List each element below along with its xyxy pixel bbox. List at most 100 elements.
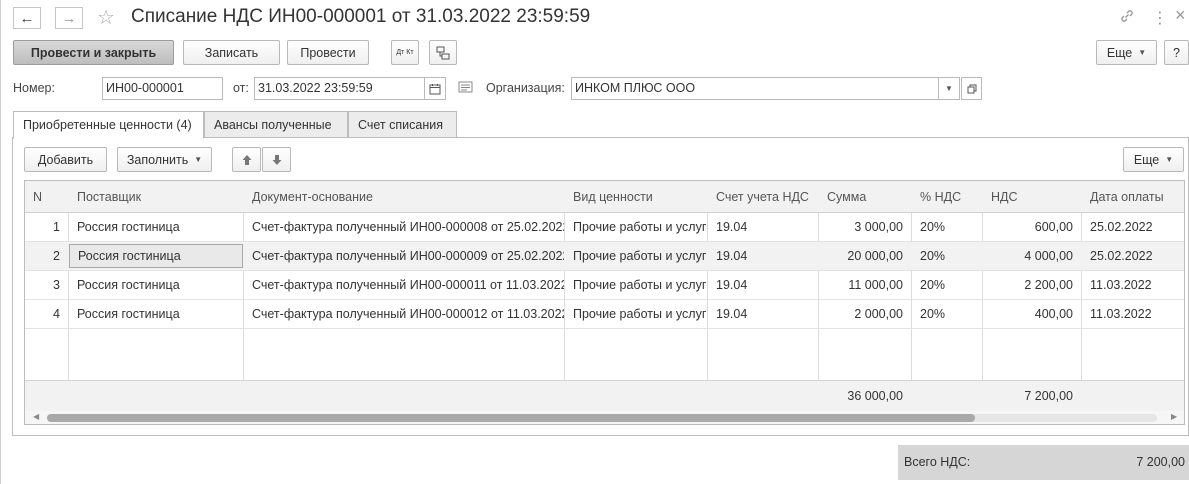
scroll-thumb[interactable]	[47, 414, 975, 422]
scroll-left-icon[interactable]: ◀	[33, 412, 39, 421]
favorite-star-icon[interactable]: ☆	[97, 5, 115, 30]
cell-vat[interactable]: 400,00	[983, 300, 1081, 328]
col-header-n[interactable]: N	[25, 181, 68, 212]
move-up-button[interactable]	[232, 147, 261, 172]
cell-payment-date[interactable]: 11.03.2022	[1082, 300, 1184, 328]
comment-icon[interactable]	[458, 80, 476, 99]
arrow-up-icon	[242, 154, 251, 165]
cell-sum[interactable]: 11 000,00	[819, 271, 911, 299]
col-header-vat[interactable]: НДС	[983, 181, 1081, 212]
table-row[interactable]: 2 Россия гостиница Счет-фактура полученн…	[25, 242, 1184, 271]
cell-sum[interactable]: 3 000,00	[819, 213, 911, 241]
cell-supplier[interactable]: Россия гостиница	[69, 213, 243, 241]
cell-supplier[interactable]: Россия гостиница	[69, 271, 243, 299]
org-dropdown-button[interactable]: ▼	[938, 77, 960, 100]
cell-document[interactable]: Счет-фактура полученный ИН00-000008 от 2…	[244, 213, 564, 241]
cell-sum[interactable]: 20 000,00	[819, 242, 911, 270]
post-button[interactable]: Провести	[287, 40, 369, 65]
calendar-icon	[429, 83, 441, 94]
col-header-payment-date[interactable]: Дата оплаты	[1082, 181, 1184, 212]
window-left-border	[0, 0, 1, 484]
dt-kt-button[interactable]: Дт Кт	[391, 40, 419, 65]
cell-vat[interactable]: 2 200,00	[983, 271, 1081, 299]
table-more-button[interactable]: Еще ▼	[1123, 147, 1184, 172]
table-header: N Поставщик Документ-основание Вид ценно…	[25, 181, 1184, 213]
col-header-vat-rate[interactable]: % НДС	[912, 181, 982, 212]
cell-kind[interactable]: Прочие работы и услуги	[565, 271, 707, 299]
col-header-vat-account[interactable]: Счет учета НДС	[708, 181, 818, 212]
tab-write-off-account[interactable]: Счет списания	[348, 111, 457, 138]
org-label: Организация:	[486, 81, 565, 95]
date-field[interactable]: 31.03.2022 23:59:59	[254, 77, 425, 100]
cell-vat-account[interactable]: 19.04	[708, 271, 818, 299]
col-header-kind[interactable]: Вид ценности	[565, 181, 707, 212]
cell-vat-rate[interactable]: 20%	[912, 300, 982, 328]
col-header-supplier[interactable]: Поставщик	[69, 181, 243, 212]
close-icon[interactable]: ×	[1175, 5, 1186, 26]
caret-down-icon: ▼	[1138, 48, 1147, 57]
forward-button[interactable]: →	[55, 7, 83, 29]
arrow-left-icon: ←	[19, 9, 35, 27]
col-header-sum[interactable]: Сумма	[819, 181, 911, 212]
cell-vat-account[interactable]: 19.04	[708, 242, 818, 270]
calendar-button[interactable]	[424, 77, 446, 100]
cell-kind[interactable]: Прочие работы и услуги	[565, 213, 707, 241]
cell-n: 4	[53, 307, 60, 321]
tab-acquired-values[interactable]: Приобретенные ценности (4)	[13, 111, 204, 139]
cell-vat-account[interactable]: 19.04	[708, 213, 818, 241]
date-label: от:	[233, 81, 249, 95]
cell-vat[interactable]: 4 000,00	[983, 242, 1081, 270]
tab-advances-received[interactable]: Авансы полученные	[204, 111, 348, 138]
page-title: Списание НДС ИН00-000001 от 31.03.2022 2…	[131, 6, 591, 27]
caret-down-icon: ▼	[1165, 155, 1174, 164]
cell-vat-rate[interactable]: 20%	[912, 213, 982, 241]
cell-vat-rate[interactable]: 20%	[912, 271, 982, 299]
add-row-button[interactable]: Добавить	[24, 147, 107, 172]
cell-sum[interactable]: 2 000,00	[819, 300, 911, 328]
scroll-right-icon[interactable]: ▶	[1171, 412, 1177, 421]
cell-n: 2	[53, 249, 60, 263]
more-vertical-icon[interactable]: ⋮	[1152, 8, 1168, 28]
more-button[interactable]: Еще ▼	[1096, 40, 1157, 65]
total-vat: 7 200,00	[1024, 389, 1073, 403]
back-button[interactable]: ←	[13, 7, 41, 29]
total-vat-value: 7 200,00	[1136, 455, 1185, 469]
fill-button[interactable]: Заполнить ▼	[117, 147, 212, 172]
open-window-icon	[967, 84, 976, 93]
link-icon[interactable]	[1119, 8, 1135, 28]
dt-kt-icon: Дт Кт	[396, 48, 414, 56]
structure-button[interactable]	[429, 40, 457, 65]
table-row[interactable]: 3 Россия гостиница Счет-фактура полученн…	[25, 271, 1184, 300]
number-field[interactable]: ИН00-000001	[102, 77, 223, 100]
caret-down-icon: ▼	[194, 155, 203, 164]
cell-payment-date[interactable]: 11.03.2022	[1082, 271, 1184, 299]
move-down-button[interactable]	[262, 147, 291, 172]
org-open-button[interactable]	[961, 77, 982, 100]
number-label: Номер:	[13, 81, 55, 95]
cell-document[interactable]: Счет-фактура полученный ИН00-000012 от 1…	[244, 300, 564, 328]
cell-supplier[interactable]: Россия гостиница	[69, 300, 243, 328]
cell-n: 1	[53, 220, 60, 234]
help-button[interactable]: ?	[1164, 40, 1189, 65]
cell-vat[interactable]: 600,00	[983, 213, 1081, 241]
cell-document[interactable]: Счет-фактура полученный ИН00-000011 от 1…	[244, 271, 564, 299]
fill-label: Заполнить	[126, 152, 189, 167]
cell-vat-rate[interactable]: 20%	[912, 242, 982, 270]
table-row[interactable]: 1 Россия гостиница Счет-фактура полученн…	[25, 213, 1184, 242]
cell-document[interactable]: Счет-фактура полученный ИН00-000009 от 2…	[244, 242, 564, 270]
table-row[interactable]: 4 Россия гостиница Счет-фактура полученн…	[25, 300, 1184, 329]
post-and-close-button[interactable]: Провести и закрыть	[13, 40, 174, 65]
table-more-label: Еще	[1133, 152, 1160, 167]
cell-vat-account[interactable]: 19.04	[708, 300, 818, 328]
cell-supplier[interactable]: Россия гостиница	[69, 244, 243, 268]
horizontal-scrollbar[interactable]: ◀ ▶	[25, 411, 1184, 424]
cell-kind[interactable]: Прочие работы и услуги	[565, 300, 707, 328]
organization-field[interactable]: ИНКОМ ПЛЮС ООО	[571, 77, 939, 100]
total-vat-box: Всего НДС: 7 200,00	[898, 445, 1189, 480]
col-header-document[interactable]: Документ-основание	[244, 181, 564, 212]
cell-payment-date[interactable]: 25.02.2022	[1082, 213, 1184, 241]
more-label: Еще	[1106, 45, 1133, 60]
save-button[interactable]: Записать	[183, 40, 280, 65]
cell-payment-date[interactable]: 25.02.2022	[1082, 242, 1184, 270]
cell-kind[interactable]: Прочие работы и услуги	[565, 242, 707, 270]
